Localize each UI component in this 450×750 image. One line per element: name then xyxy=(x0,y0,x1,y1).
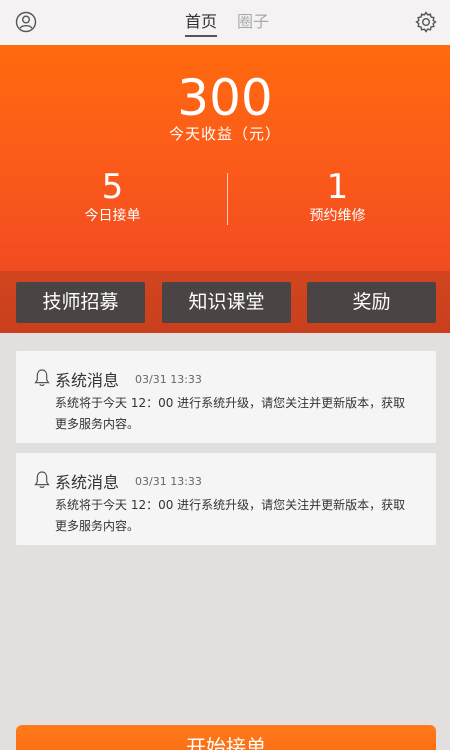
knowledge-class-button[interactable]: 知识课堂 xyxy=(162,282,291,323)
scheduled-repair-label: 预约维修 xyxy=(309,208,366,224)
today-orders-stat[interactable]: 5 今日接单 xyxy=(0,167,225,225)
message-title: 系统消息 xyxy=(55,371,120,390)
tab-home[interactable]: 首页 xyxy=(185,11,218,37)
message-card[interactable]: 系统消息 03/31 13:33 系统将于今天 12：00 进行系统升级，请您关… xyxy=(16,453,436,545)
message-body: 系统将于今天 12：00 进行系统升级，请您关注并更新版本，获取更多服务内容。 xyxy=(55,396,406,431)
gear-icon[interactable] xyxy=(415,11,437,33)
user-icon[interactable] xyxy=(15,11,37,33)
earnings-label: 今天收益（元） xyxy=(168,125,281,143)
message-time: 03/31 13:33 xyxy=(135,373,202,386)
technician-recruit-button[interactable]: 技师招募 xyxy=(16,282,145,323)
action-strip: 技师招募 知识课堂 奖励 xyxy=(0,271,450,333)
bell-icon xyxy=(34,470,50,490)
earnings-value: 300 xyxy=(177,69,273,127)
scheduled-repair-stat[interactable]: 1 预约维修 xyxy=(225,167,450,225)
today-orders-label: 今日接单 xyxy=(84,208,141,224)
scheduled-repair-value: 1 xyxy=(326,167,349,207)
message-time: 03/31 13:33 xyxy=(135,475,202,488)
bell-icon xyxy=(34,368,50,388)
tab-circle[interactable]: 圈子 xyxy=(237,11,269,33)
earnings-panel: 300 今天收益（元） 5 今日接单 1 预约维修 xyxy=(0,45,450,271)
message-card[interactable]: 系统消息 03/31 13:33 系统将于今天 12：00 进行系统升级，请您关… xyxy=(16,351,436,443)
top-bar: 首页 圈子 xyxy=(0,0,450,45)
rewards-button[interactable]: 奖励 xyxy=(307,282,436,323)
start-orders-button[interactable]: 开始接单 xyxy=(16,725,436,750)
message-body: 系统将于今天 12：00 进行系统升级，请您关注并更新版本，获取更多服务内容。 xyxy=(55,498,406,533)
message-title: 系统消息 xyxy=(55,473,120,492)
today-orders-value: 5 xyxy=(101,167,124,207)
